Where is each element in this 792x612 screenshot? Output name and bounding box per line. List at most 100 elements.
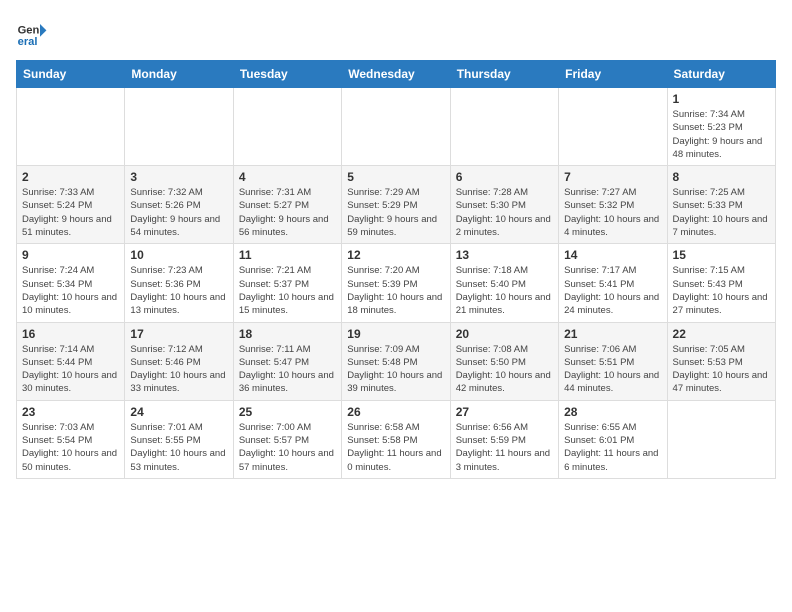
- day-info: Sunrise: 7:11 AM Sunset: 5:47 PM Dayligh…: [239, 343, 336, 396]
- day-info: Sunrise: 7:29 AM Sunset: 5:29 PM Dayligh…: [347, 186, 444, 239]
- calendar-cell: 5 Sunrise: 7:29 AM Sunset: 5:29 PM Daylig…: [342, 166, 450, 244]
- day-number: 15: [673, 248, 770, 262]
- day-number: 17: [130, 327, 227, 341]
- week-row-1: 1 Sunrise: 7:34 AM Sunset: 5:23 PM Daylig…: [17, 88, 776, 166]
- calendar-cell: [125, 88, 233, 166]
- weekday-header-wednesday: Wednesday: [342, 61, 450, 88]
- day-info: Sunrise: 7:28 AM Sunset: 5:30 PM Dayligh…: [456, 186, 553, 239]
- calendar-cell: 19Sunrise: 7:09 AM Sunset: 5:48 PM Dayli…: [342, 322, 450, 400]
- week-row-2: 2 Sunrise: 7:33 AM Sunset: 5:24 PM Daylig…: [17, 166, 776, 244]
- calendar-cell: 23 Sunrise: 7:03 AM Sunset: 5:54 PM Dayli…: [17, 400, 125, 478]
- calendar-cell: 16 Sunrise: 7:14 AM Sunset: 5:44 PM Dayli…: [17, 322, 125, 400]
- day-info: Sunrise: 6:58 AM Sunset: 5:58 PM Dayligh…: [347, 421, 444, 474]
- day-number: 25: [239, 405, 336, 419]
- day-number: 26: [347, 405, 444, 419]
- day-info: Sunrise: 7:08 AM Sunset: 5:50 PM Dayligh…: [456, 343, 553, 396]
- week-row-4: 16 Sunrise: 7:14 AM Sunset: 5:44 PM Dayli…: [17, 322, 776, 400]
- calendar-cell: 6 Sunrise: 7:28 AM Sunset: 5:30 PM Daylig…: [450, 166, 558, 244]
- day-info: Sunrise: 7:34 AM Sunset: 5:23 PM Dayligh…: [673, 108, 770, 161]
- day-number: 5: [347, 170, 444, 184]
- calendar-cell: 10 Sunrise: 7:23 AM Sunset: 5:36 PM Dayli…: [125, 244, 233, 322]
- day-info: Sunrise: 7:05 AM Sunset: 5:53 PM Dayligh…: [673, 343, 770, 396]
- calendar-cell: 24 Sunrise: 7:01 AM Sunset: 5:55 PM Dayli…: [125, 400, 233, 478]
- page-header: Gen eral: [16, 16, 776, 48]
- day-info: Sunrise: 6:55 AM Sunset: 6:01 PM Dayligh…: [564, 421, 661, 474]
- calendar-cell: 7 Sunrise: 7:27 AM Sunset: 5:32 PM Daylig…: [559, 166, 667, 244]
- day-info: Sunrise: 6:56 AM Sunset: 5:59 PM Dayligh…: [456, 421, 553, 474]
- day-number: 1: [673, 92, 770, 106]
- day-number: 11: [239, 248, 336, 262]
- day-number: 8: [673, 170, 770, 184]
- week-row-5: 23 Sunrise: 7:03 AM Sunset: 5:54 PM Dayli…: [17, 400, 776, 478]
- day-info: Sunrise: 7:20 AM Sunset: 5:39 PM Dayligh…: [347, 264, 444, 317]
- day-number: 22: [673, 327, 770, 341]
- day-info: Sunrise: 7:06 AM Sunset: 5:51 PM Dayligh…: [564, 343, 661, 396]
- calendar-cell: 1 Sunrise: 7:34 AM Sunset: 5:23 PM Daylig…: [667, 88, 775, 166]
- calendar-cell: 20 Sunrise: 7:08 AM Sunset: 5:50 PM Dayli…: [450, 322, 558, 400]
- day-number: 4: [239, 170, 336, 184]
- calendar-cell: 22 Sunrise: 7:05 AM Sunset: 5:53 PM Dayli…: [667, 322, 775, 400]
- day-number: 23: [22, 405, 119, 419]
- day-number: 20: [456, 327, 553, 341]
- day-number: 7: [564, 170, 661, 184]
- calendar-cell: 25 Sunrise: 7:00 AM Sunset: 5:57 PM Dayli…: [233, 400, 341, 478]
- svg-text:eral: eral: [18, 36, 38, 48]
- calendar-cell: 9 Sunrise: 7:24 AM Sunset: 5:34 PM Daylig…: [17, 244, 125, 322]
- day-number: 2: [22, 170, 119, 184]
- calendar-cell: 3Sunrise: 7:32 AM Sunset: 5:26 PM Daylig…: [125, 166, 233, 244]
- day-info: Sunrise: 7:31 AM Sunset: 5:27 PM Dayligh…: [239, 186, 336, 239]
- day-info: Sunrise: 7:00 AM Sunset: 5:57 PM Dayligh…: [239, 421, 336, 474]
- calendar-cell: [233, 88, 341, 166]
- day-info: Sunrise: 7:24 AM Sunset: 5:34 PM Dayligh…: [22, 264, 119, 317]
- calendar-cell: 21 Sunrise: 7:06 AM Sunset: 5:51 PM Dayli…: [559, 322, 667, 400]
- calendar-cell: [559, 88, 667, 166]
- day-number: 13: [456, 248, 553, 262]
- calendar-cell: 17 Sunrise: 7:12 AM Sunset: 5:46 PM Dayli…: [125, 322, 233, 400]
- day-info: Sunrise: 7:01 AM Sunset: 5:55 PM Dayligh…: [130, 421, 227, 474]
- weekday-header-friday: Friday: [559, 61, 667, 88]
- day-number: 27: [456, 405, 553, 419]
- calendar-cell: 18 Sunrise: 7:11 AM Sunset: 5:47 PM Dayli…: [233, 322, 341, 400]
- weekday-header-thursday: Thursday: [450, 61, 558, 88]
- calendar-cell: [667, 400, 775, 478]
- day-info: Sunrise: 7:17 AM Sunset: 5:41 PM Dayligh…: [564, 264, 661, 317]
- day-info: Sunrise: 7:23 AM Sunset: 5:36 PM Dayligh…: [130, 264, 227, 317]
- weekday-header-monday: Monday: [125, 61, 233, 88]
- day-number: 6: [456, 170, 553, 184]
- calendar-cell: [17, 88, 125, 166]
- day-info: Sunrise: 7:27 AM Sunset: 5:32 PM Dayligh…: [564, 186, 661, 239]
- day-number: 10: [130, 248, 227, 262]
- day-info: Sunrise: 7:33 AM Sunset: 5:24 PM Dayligh…: [22, 186, 119, 239]
- weekday-header-tuesday: Tuesday: [233, 61, 341, 88]
- calendar-cell: 4 Sunrise: 7:31 AM Sunset: 5:27 PM Daylig…: [233, 166, 341, 244]
- calendar-cell: [342, 88, 450, 166]
- weekday-header-saturday: Saturday: [667, 61, 775, 88]
- day-info: Sunrise: 7:03 AM Sunset: 5:54 PM Dayligh…: [22, 421, 119, 474]
- calendar-cell: 26 Sunrise: 6:58 AM Sunset: 5:58 PM Dayli…: [342, 400, 450, 478]
- calendar-cell: 15 Sunrise: 7:15 AM Sunset: 5:43 PM Dayli…: [667, 244, 775, 322]
- calendar-cell: 11Sunrise: 7:21 AM Sunset: 5:37 PM Dayli…: [233, 244, 341, 322]
- day-info: Sunrise: 7:32 AM Sunset: 5:26 PM Dayligh…: [130, 186, 227, 239]
- day-number: 24: [130, 405, 227, 419]
- day-info: Sunrise: 7:18 AM Sunset: 5:40 PM Dayligh…: [456, 264, 553, 317]
- calendar-cell: 2 Sunrise: 7:33 AM Sunset: 5:24 PM Daylig…: [17, 166, 125, 244]
- weekday-header-sunday: Sunday: [17, 61, 125, 88]
- calendar-cell: 13 Sunrise: 7:18 AM Sunset: 5:40 PM Dayli…: [450, 244, 558, 322]
- day-info: Sunrise: 7:14 AM Sunset: 5:44 PM Dayligh…: [22, 343, 119, 396]
- week-row-3: 9 Sunrise: 7:24 AM Sunset: 5:34 PM Daylig…: [17, 244, 776, 322]
- day-number: 12: [347, 248, 444, 262]
- svg-text:Gen: Gen: [18, 25, 40, 37]
- day-number: 14: [564, 248, 661, 262]
- day-info: Sunrise: 7:15 AM Sunset: 5:43 PM Dayligh…: [673, 264, 770, 317]
- day-info: Sunrise: 7:12 AM Sunset: 5:46 PM Dayligh…: [130, 343, 227, 396]
- day-number: 16: [22, 327, 119, 341]
- calendar-cell: 8Sunrise: 7:25 AM Sunset: 5:33 PM Daylig…: [667, 166, 775, 244]
- weekday-header-row: SundayMondayTuesdayWednesdayThursdayFrid…: [17, 61, 776, 88]
- day-number: 21: [564, 327, 661, 341]
- day-number: 18: [239, 327, 336, 341]
- calendar-cell: 12 Sunrise: 7:20 AM Sunset: 5:39 PM Dayli…: [342, 244, 450, 322]
- day-number: 9: [22, 248, 119, 262]
- calendar-cell: 28Sunrise: 6:55 AM Sunset: 6:01 PM Dayli…: [559, 400, 667, 478]
- calendar-cell: 14 Sunrise: 7:17 AM Sunset: 5:41 PM Dayli…: [559, 244, 667, 322]
- logo: Gen eral: [16, 16, 52, 48]
